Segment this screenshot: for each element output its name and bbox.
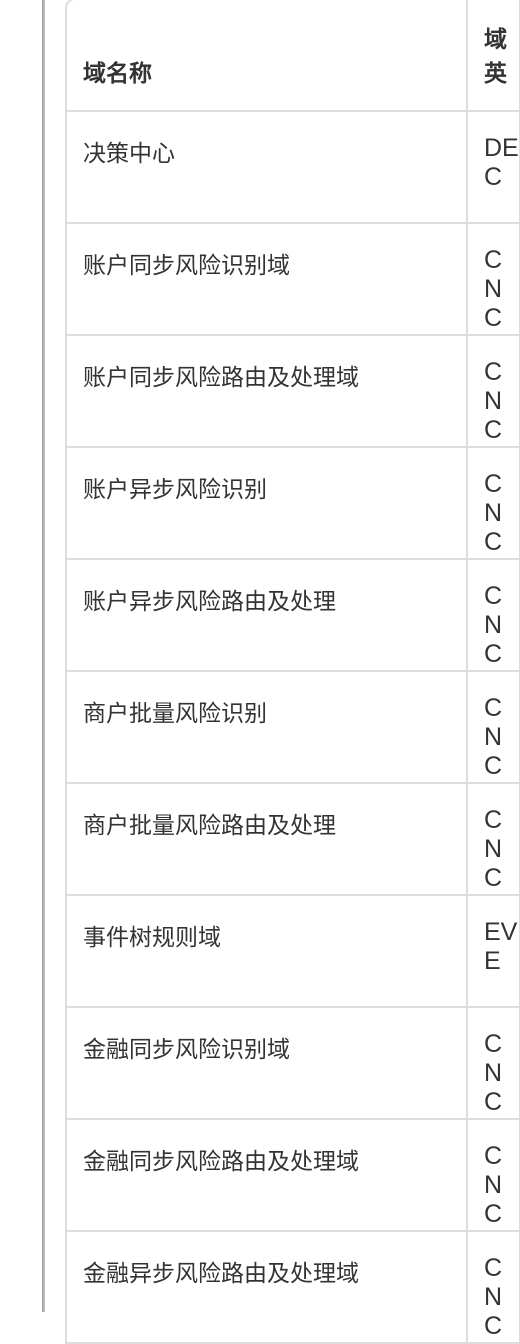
table-row: 账户异步风险路由及处理 CNC — [67, 559, 520, 672]
cell-domain-name: 金融同步风险路由及处理域 — [67, 1119, 468, 1232]
header-domain-name: 域名称 — [67, 0, 468, 112]
cell-domain-code: EVE — [467, 895, 520, 1008]
cell-domain-name: 事件树规则域 — [67, 895, 468, 1008]
cell-domain-name: 商户批量风险识别 — [67, 671, 468, 784]
table-row: 决策中心 DEC — [67, 111, 520, 224]
cell-domain-code: CNC — [467, 1007, 520, 1120]
panel-edge-divider — [42, 0, 45, 1312]
cell-domain-code: CNC — [467, 1231, 520, 1344]
cell-domain-name: 账户同步风险识别域 — [67, 223, 468, 336]
table-row: 金融同步风险路由及处理域 CNC — [67, 1119, 520, 1232]
domain-table-container: 域名称 域英 决策中心 DEC 账户同步风险识别域 CNC 账户同步风险路由及处理域 CN… — [65, 0, 520, 1344]
table-row: 金融同步风险识别域 CNC — [67, 1007, 520, 1120]
cell-domain-code: CNC — [467, 559, 520, 672]
cell-domain-name: 金融同步风险识别域 — [67, 1007, 468, 1120]
cell-domain-code: CNC — [467, 671, 520, 784]
table-row: 商户批量风险识别 CNC — [67, 671, 520, 784]
table-row: 金融异步风险路由及处理域 CNC — [67, 1231, 520, 1344]
cell-domain-code: CNC — [467, 447, 520, 560]
cell-domain-code: CNC — [467, 1119, 520, 1232]
cell-domain-code: CNC — [467, 783, 520, 896]
cell-domain-name: 商户批量风险路由及处理 — [67, 783, 468, 896]
page-margin — [0, 0, 42, 1312]
table-row: 事件树规则域 EVE — [67, 895, 520, 1008]
table-header-row: 域名称 域英 — [67, 0, 520, 112]
cell-domain-name: 决策中心 — [67, 111, 468, 224]
table-row: 账户异步风险识别 CNC — [67, 447, 520, 560]
cell-domain-code: DEC — [467, 111, 520, 224]
domain-table: 域名称 域英 决策中心 DEC 账户同步风险识别域 CNC 账户同步风险路由及处理域 CN… — [67, 0, 520, 1344]
cell-domain-name: 账户异步风险路由及处理 — [67, 559, 468, 672]
table-row: 账户同步风险识别域 CNC — [67, 223, 520, 336]
cell-domain-code: CNC — [467, 223, 520, 336]
cell-domain-name: 账户异步风险识别 — [67, 447, 468, 560]
header-domain-english: 域英 — [467, 0, 520, 112]
cell-domain-code: CNC — [467, 335, 520, 448]
cell-domain-name: 金融异步风险路由及处理域 — [67, 1231, 468, 1344]
table-row: 商户批量风险路由及处理 CNC — [67, 783, 520, 896]
table-row: 账户同步风险路由及处理域 CNC — [67, 335, 520, 448]
cell-domain-name: 账户同步风险路由及处理域 — [67, 335, 468, 448]
